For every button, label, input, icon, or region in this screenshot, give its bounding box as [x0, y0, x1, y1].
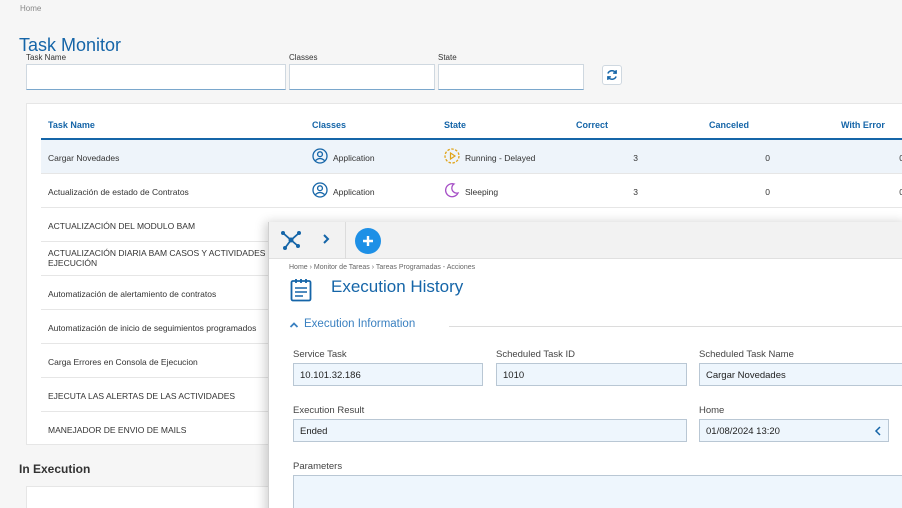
task-name-cell: ACTUALIZACIÓN DEL MODULO BAM: [48, 221, 196, 231]
col-with-error[interactable]: With Error: [841, 120, 885, 130]
task-name-cell: MANEJADOR DE ENVIO DE MAILS: [48, 425, 187, 435]
toolbar-divider: [345, 222, 346, 259]
running-delayed-icon: [444, 148, 460, 164]
canceled-cell: 0: [765, 153, 770, 163]
service-task-label: Service Task: [293, 349, 347, 360]
overlay-toolbar: [269, 222, 902, 259]
breadcrumb[interactable]: Home: [20, 4, 41, 13]
state-filter-label: State: [438, 53, 457, 62]
task-name-filter-input[interactable]: [26, 64, 286, 90]
table-row[interactable]: Cargar Novedades Application Running - D…: [41, 140, 902, 174]
in-execution-title: In Execution: [19, 462, 91, 476]
col-task-name[interactable]: Task Name: [48, 120, 95, 130]
plus-icon: [363, 236, 373, 246]
section-title: Execution Information: [304, 318, 416, 330]
scheduled-task-name-label: Scheduled Task Name: [699, 349, 794, 360]
scheduled-task-name-field[interactable]: Cargar Novedades: [699, 363, 902, 386]
overlay-title: Execution History: [331, 277, 464, 296]
canceled-cell: 0: [765, 187, 770, 197]
chevron-up-icon: [289, 322, 299, 328]
table-row[interactable]: Actualización de estado de Contratos App…: [41, 174, 902, 208]
class-cell: Application: [333, 153, 375, 163]
error-cell: 0: [899, 187, 902, 197]
error-cell: 0: [899, 153, 902, 163]
correct-cell: 3: [633, 153, 638, 163]
section-divider: [449, 326, 902, 327]
home-date-value: 01/08/2024 13:20: [706, 426, 780, 437]
classes-filter-label: Classes: [289, 53, 318, 62]
col-state[interactable]: State: [444, 120, 466, 130]
user-circle-icon: [312, 182, 328, 198]
execution-information-section[interactable]: Execution Information: [289, 318, 902, 332]
overlay-breadcrumb[interactable]: Home › Monitor de Tareas › Tareas Progra…: [289, 264, 475, 271]
grid-header: Task Name Classes State Correct Canceled…: [41, 104, 902, 140]
process-logo-icon[interactable]: [279, 228, 303, 252]
scheduled-task-id-label: Scheduled Task ID: [496, 349, 576, 360]
task-name-cell: ACTUALIZACIÓN DIARIA BAM CASOS Y ACTIVID…: [48, 248, 280, 268]
refresh-button[interactable]: [602, 65, 622, 85]
col-classes[interactable]: Classes: [312, 120, 346, 130]
sleeping-moon-icon: [445, 183, 460, 198]
service-task-field[interactable]: 10.101.32.186: [293, 363, 483, 386]
task-name-cell: Carga Errores en Consola de Ejecucion: [48, 357, 198, 367]
refresh-icon: [607, 70, 617, 80]
user-circle-icon: [312, 148, 328, 164]
chevron-left-icon[interactable]: [874, 426, 882, 436]
home-date-field[interactable]: 01/08/2024 13:20: [699, 419, 889, 442]
col-canceled[interactable]: Canceled: [709, 120, 749, 130]
execution-history-panel: Home › Monitor de Tareas › Tareas Progra…: [268, 222, 902, 508]
parameters-label: Parameters: [293, 461, 343, 472]
scheduled-task-id-field[interactable]: 1010: [496, 363, 687, 386]
home-date-label: Home: [699, 405, 725, 416]
execution-result-field[interactable]: Ended: [293, 419, 687, 442]
task-name-filter-label: Task Name: [26, 53, 67, 62]
parameters-field[interactable]: [293, 475, 902, 508]
task-name-cell: Automatización de alertamiento de contra…: [48, 289, 217, 299]
task-name-cell: Cargar Novedades: [48, 153, 120, 163]
classes-filter-input[interactable]: [289, 64, 435, 90]
correct-cell: 3: [633, 187, 638, 197]
document-list-icon: [290, 279, 312, 302]
state-cell: Sleeping: [465, 187, 499, 197]
execution-result-label: Execution Result: [293, 405, 365, 416]
task-name-cell: Actualización de estado de Contratos: [48, 187, 189, 197]
task-name-cell: Automatización de inicio de seguimientos…: [48, 323, 257, 333]
state-cell: Running - Delayed: [465, 153, 536, 163]
class-cell: Application: [333, 187, 375, 197]
task-name-cell: EJECUTA LAS ALERTAS DE LAS ACTIVIDADES: [48, 391, 236, 401]
add-button[interactable]: [355, 228, 381, 254]
state-filter-input[interactable]: [438, 64, 584, 90]
col-correct[interactable]: Correct: [576, 120, 608, 130]
chevron-right-icon[interactable]: [319, 232, 333, 246]
